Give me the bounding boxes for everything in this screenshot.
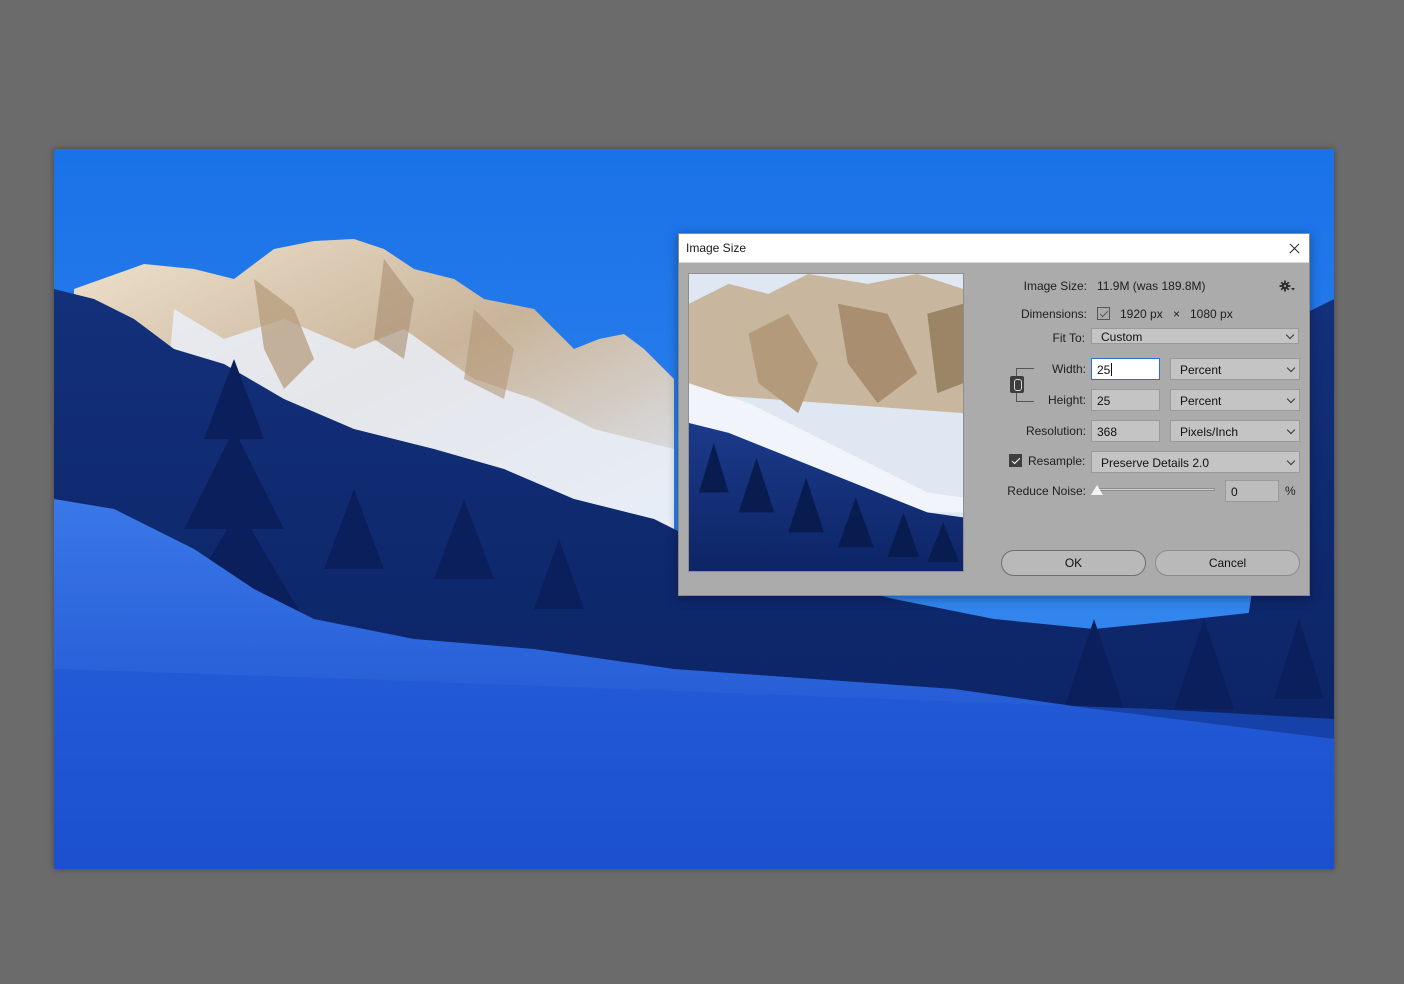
chevron-down-icon[interactable] xyxy=(1097,307,1110,320)
chevron-down-icon xyxy=(1286,363,1296,373)
dialog-titlebar[interactable]: Image Size xyxy=(679,234,1309,263)
resolution-unit-value: Pixels/Inch xyxy=(1180,425,1239,439)
ok-button[interactable]: OK xyxy=(1001,550,1146,576)
width-input[interactable]: 25 xyxy=(1091,358,1160,380)
preview-photo xyxy=(689,274,963,571)
height-label: Height: xyxy=(1047,393,1086,407)
resample-checkbox[interactable] xyxy=(1009,454,1022,467)
width-label: Width: xyxy=(1051,362,1086,376)
resolution-unit-select[interactable]: Pixels/Inch xyxy=(1170,420,1300,442)
dimensions-label: Dimensions: xyxy=(1020,307,1087,321)
height-unit-value: Percent xyxy=(1180,394,1222,408)
fit-to-label: Fit To: xyxy=(1052,331,1085,345)
chevron-down-icon xyxy=(1285,330,1295,340)
width-unit-value: Percent xyxy=(1180,363,1222,377)
resample-label: Resample: xyxy=(1028,454,1086,468)
dialog-title: Image Size xyxy=(686,241,747,255)
image-size-label: Image Size: xyxy=(1023,279,1087,293)
gear-icon[interactable] xyxy=(1279,279,1295,293)
fit-to-value: Custom xyxy=(1101,330,1143,344)
reduce-noise-slider-thumb[interactable] xyxy=(1091,485,1103,495)
dimensions-height: 1080 px xyxy=(1190,307,1233,321)
close-icon[interactable] xyxy=(1279,234,1309,263)
height-input[interactable]: 25 xyxy=(1091,389,1160,411)
width-unit-select[interactable]: Percent xyxy=(1170,358,1300,380)
fit-to-select[interactable]: Custom xyxy=(1091,328,1299,344)
image-size-dialog: Image Size Image Size: 11.9M (was 189.8M… xyxy=(678,233,1310,596)
chevron-down-icon xyxy=(1286,456,1296,466)
chevron-down-icon xyxy=(1286,394,1296,404)
resolution-label: Resolution: xyxy=(1025,424,1086,438)
resolution-input[interactable]: 368 xyxy=(1091,420,1160,442)
reduce-noise-input[interactable]: 0 xyxy=(1225,480,1279,502)
resample-value: Preserve Details 2.0 xyxy=(1101,456,1210,470)
dimensions-times: × xyxy=(1173,307,1181,321)
image-preview[interactable] xyxy=(688,273,964,572)
chevron-down-icon xyxy=(1286,425,1296,435)
reduce-noise-label: Reduce Noise: xyxy=(1007,484,1086,498)
dimensions-width: 1920 px xyxy=(1120,307,1163,321)
cancel-button[interactable]: Cancel xyxy=(1155,550,1300,576)
reduce-noise-slider-track[interactable] xyxy=(1097,488,1215,491)
resample-select[interactable]: Preserve Details 2.0 xyxy=(1091,451,1300,473)
link-constrain-icon[interactable] xyxy=(1010,376,1024,393)
image-size-value: 11.9M (was 189.8M) xyxy=(1097,279,1206,293)
reduce-noise-unit: % xyxy=(1285,484,1296,498)
height-unit-select[interactable]: Percent xyxy=(1170,389,1300,411)
